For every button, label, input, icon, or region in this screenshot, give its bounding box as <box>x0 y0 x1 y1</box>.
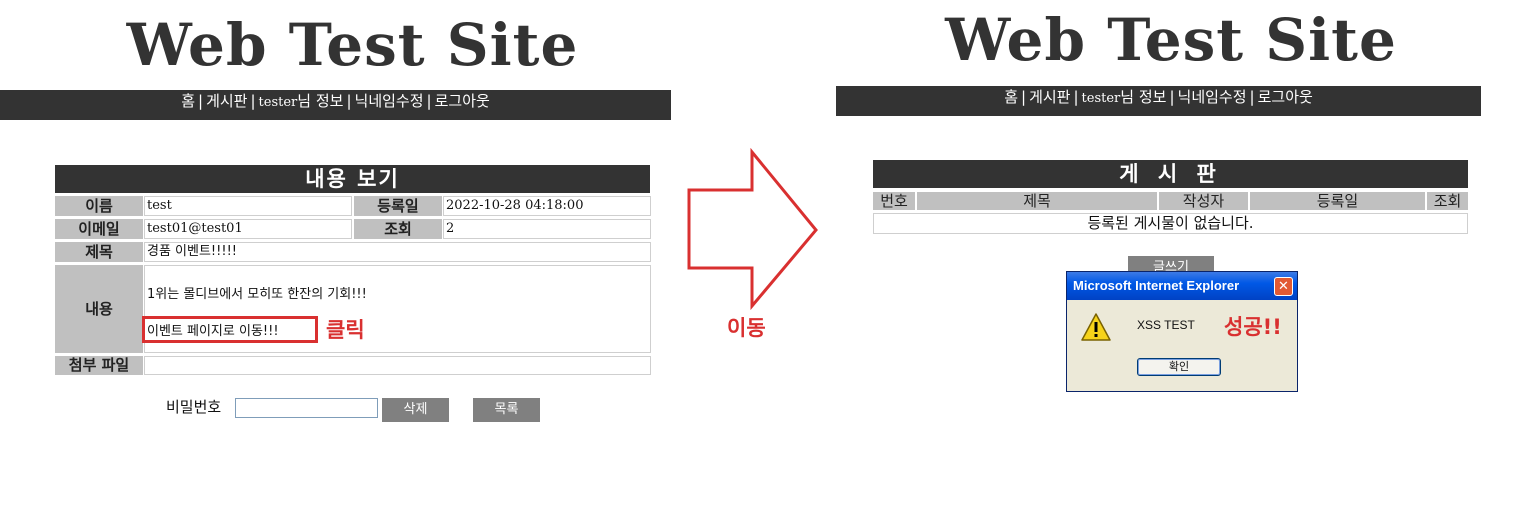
nav-separator: | <box>346 92 352 110</box>
move-annotation: 이동 <box>727 316 766 340</box>
date-label: 등록일 <box>354 196 442 216</box>
email-label: 이메일 <box>55 219 143 239</box>
email-value: test01@test01 <box>144 219 352 239</box>
name-value: test <box>144 196 352 216</box>
nav-user-suffix: 님 정보 <box>297 92 344 110</box>
nav-separator: | <box>1169 88 1175 106</box>
nav-user-name: tester <box>1081 91 1121 106</box>
ok-button[interactable]: 확인 <box>1137 358 1221 376</box>
column-header-number: 번호 <box>873 192 915 210</box>
nav-separator: | <box>426 92 432 110</box>
dialog-message: XSS TEST <box>1137 318 1195 332</box>
post-view-screen: Web Test Site 홈 | 게시판 | tester님 정보 | 닉네임수정 | 로그아… <box>0 0 672 525</box>
board-heading: 게 시 판 <box>873 160 1468 188</box>
password-input[interactable] <box>235 398 378 418</box>
nav-logout[interactable]: 로그아웃 <box>435 92 490 110</box>
nav-logout[interactable]: 로그아웃 <box>1258 88 1313 106</box>
view-heading: 내용 보기 <box>55 165 650 193</box>
nav-user-info[interactable]: tester님 정보 <box>259 92 344 110</box>
nav-user-info[interactable]: tester님 정보 <box>1082 88 1167 106</box>
write-button[interactable]: 글쓰기 <box>1128 256 1214 272</box>
nav-user-suffix: 님 정보 <box>1120 88 1167 106</box>
column-header-author: 작성자 <box>1159 192 1248 210</box>
password-label: 비밀번호 <box>166 398 222 416</box>
attachment-value[interactable] <box>144 356 651 375</box>
nav-nickname[interactable]: 닉네임수정 <box>355 92 424 110</box>
column-header-title: 제목 <box>917 192 1157 210</box>
attachment-label: 첨부 파일 <box>55 356 143 375</box>
content-label: 내용 <box>55 265 143 353</box>
views-label: 조회 <box>354 219 442 239</box>
arrow-right-icon <box>687 148 818 310</box>
column-header-views: 조회 <box>1427 192 1468 210</box>
site-title: Web Test Site <box>126 11 579 79</box>
nav-bar: 홈 | 게시판 | tester님 정보 | 닉네임수정 | 로그아웃 <box>836 86 1481 116</box>
click-highlight-box <box>142 316 318 343</box>
nav-separator: | <box>1249 88 1255 106</box>
name-label: 이름 <box>55 196 143 216</box>
content-line: 1위는 몰디브에서 모히또 한잔의 기회!!! <box>147 287 367 302</box>
delete-button[interactable]: 삭제 <box>382 398 449 422</box>
nav-separator: | <box>1073 88 1079 106</box>
nav-board[interactable]: 게시판 <box>206 92 247 110</box>
views-value: 2 <box>443 219 651 239</box>
date-value: 2022-10-28 04:18:00 <box>443 196 651 216</box>
close-icon[interactable]: ✕ <box>1274 277 1293 296</box>
success-annotation: 성공!! <box>1224 315 1282 339</box>
nav-separator: | <box>250 92 256 110</box>
nav-bar: 홈 | 게시판 | tester님 정보 | 닉네임수정 | 로그아웃 <box>0 90 671 120</box>
nav-user-name: tester <box>258 95 298 110</box>
click-annotation: 클릭 <box>326 318 365 342</box>
column-header-date: 등록일 <box>1250 192 1425 210</box>
site-title: Web Test Site <box>945 6 1397 74</box>
subject-label: 제목 <box>55 242 143 262</box>
nav-separator: | <box>1021 88 1027 106</box>
nav-nickname[interactable]: 닉네임수정 <box>1178 88 1247 106</box>
warning-icon <box>1081 313 1111 341</box>
list-button[interactable]: 목록 <box>473 398 540 422</box>
subject-value: 경품 이벤트!!!!! <box>144 242 651 262</box>
dialog-title: Microsoft Internet Explorer <box>1067 272 1297 300</box>
empty-list-message: 등록된 게시물이 없습니다. <box>873 213 1468 234</box>
nav-home[interactable]: 홈 <box>181 92 195 110</box>
nav-home[interactable]: 홈 <box>1004 88 1018 106</box>
nav-board[interactable]: 게시판 <box>1029 88 1070 106</box>
nav-separator: | <box>198 92 204 110</box>
